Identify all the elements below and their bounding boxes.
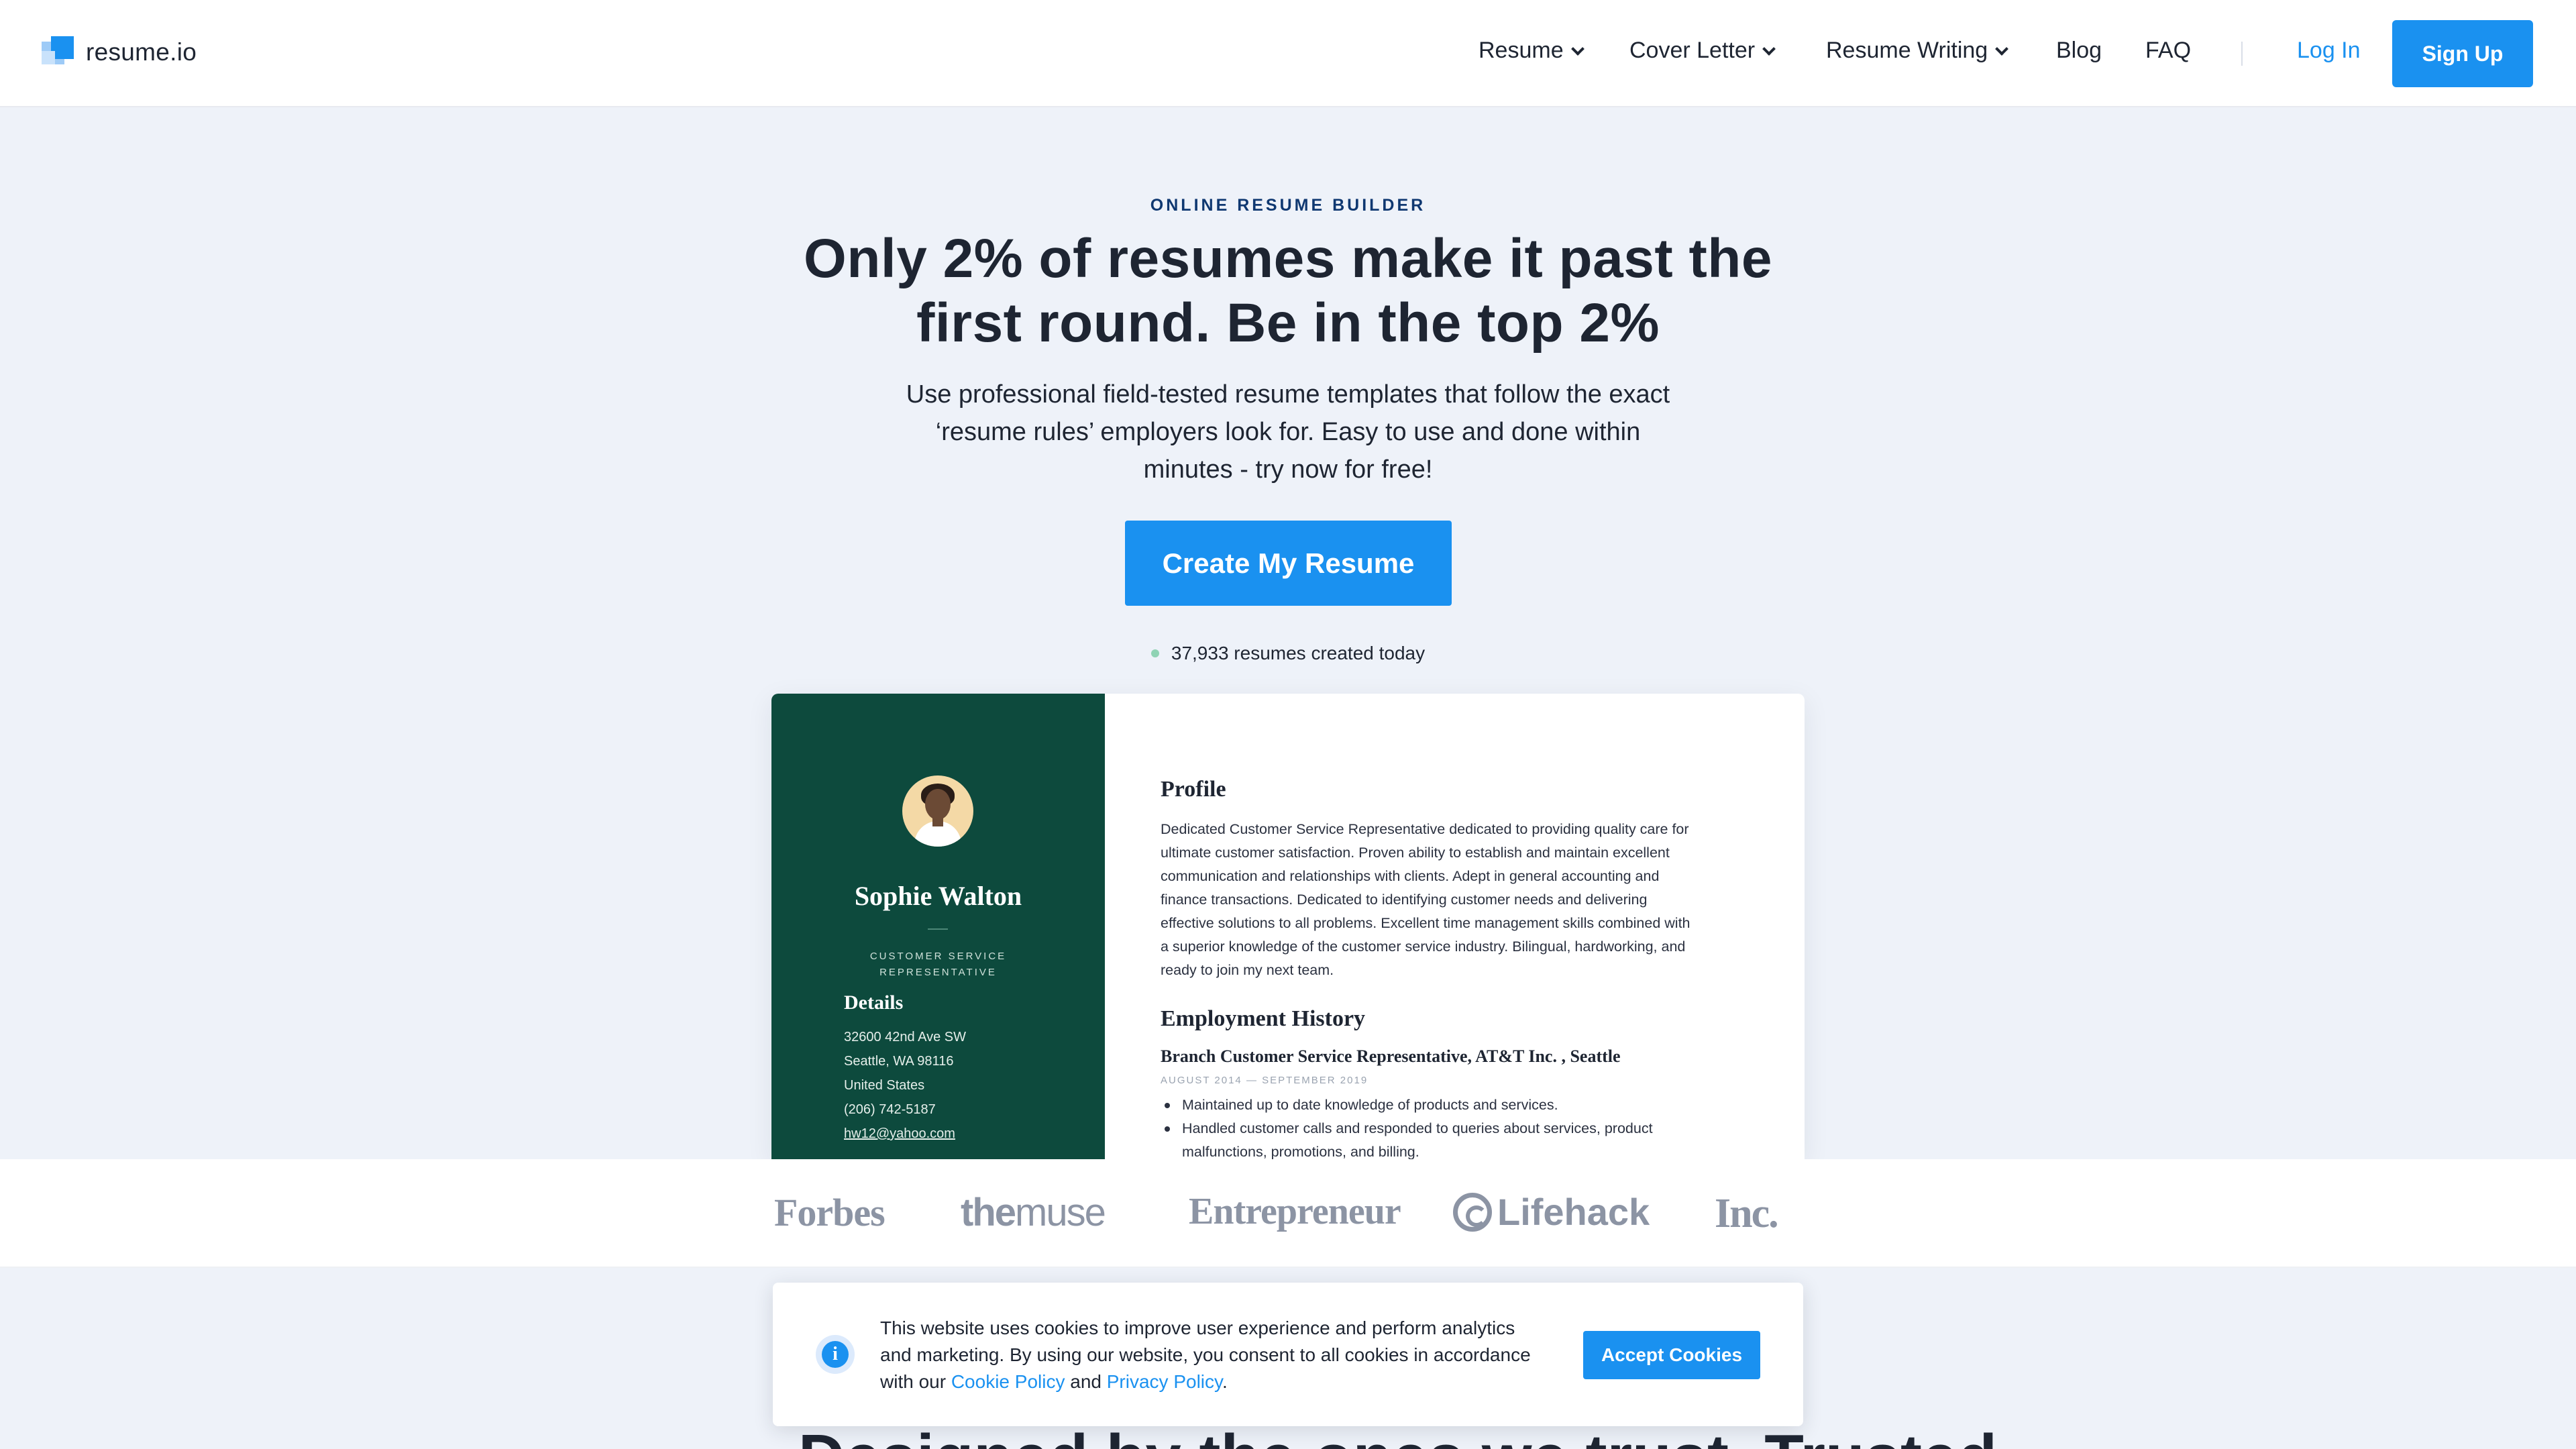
chevron-down-icon (1570, 42, 1585, 56)
lifehack-logo: Lifehack (1453, 1190, 1650, 1234)
hero-headline-line: Only 2% of resumes make it past the (804, 228, 1772, 289)
info-icon: i (816, 1335, 855, 1374)
entrepreneur-logo: Entrepreneur (1189, 1191, 1401, 1232)
logo-text: resume.io (86, 38, 197, 66)
nav-resume-writing[interactable]: Resume Writing (1826, 38, 2009, 64)
detail-address1: 32600 42nd Ave SW (844, 1030, 966, 1044)
nav-resume-label: Resume (1479, 38, 1564, 63)
profile-line: finance transactions. Dedicated to ident… (1161, 892, 1648, 908)
cookie-text-fragment: and (1065, 1371, 1107, 1392)
chevron-down-icon (1995, 42, 2009, 56)
nav-blog-label: Blog (2056, 38, 2102, 63)
cookie-text-fragment: with our (880, 1371, 951, 1392)
lifehack-icon (1453, 1192, 1492, 1232)
privacy-policy-link[interactable]: Privacy Policy (1107, 1371, 1222, 1392)
signup-button[interactable]: Sign Up (2392, 20, 2533, 87)
cookie-text-line: This website uses cookies to improve use… (880, 1318, 1515, 1338)
cookie-text: This website uses cookies to improve use… (880, 1315, 1551, 1395)
press-logos: Forbes themuse Entrepreneur Lifehack Inc… (0, 1159, 2576, 1268)
nav-cover-letter[interactable]: Cover Letter (1629, 38, 1776, 64)
accept-cookies-button[interactable]: Accept Cookies (1583, 1331, 1760, 1379)
job-bullets: Maintained up to date knowledge of produ… (1165, 1093, 1653, 1159)
resume-sidebar: Sophie Walton CUSTOMER SERVICE REPRESENT… (771, 694, 1105, 1159)
profile-line: Dedicated Customer Service Representativ… (1161, 821, 1689, 837)
profile-line: communication and relationships with cli… (1161, 868, 1660, 884)
nav-faq[interactable]: FAQ (2145, 38, 2191, 64)
hero-subtext-line: minutes - try now for free! (1143, 455, 1433, 484)
nav-resume-writing-label: Resume Writing (1826, 38, 1988, 63)
cookie-text-fragment: . (1222, 1371, 1228, 1392)
resume-job-title-line: CUSTOMER SERVICE (869, 951, 1007, 962)
hero-subtext-line: Use professional field-tested resume tem… (906, 380, 1670, 409)
nav-cover-letter-label: Cover Letter (1629, 38, 1756, 63)
nav-divider (2241, 42, 2243, 66)
live-dot-icon (1150, 649, 1159, 657)
list-item: malfunctions, promotions, and billing. (1182, 1144, 1419, 1159)
resume-job-title-line: REPRESENTATIVE (879, 967, 997, 978)
job-dates: AUGUST 2014 — SEPTEMBER 2019 (1161, 1075, 1368, 1086)
site-header: resume.io Resume Cover Letter Resume Wri… (0, 0, 2576, 107)
profile-heading: Profile (1161, 777, 1226, 802)
themuse-logo-part: muse (1015, 1191, 1106, 1234)
lifehack-logo-text: Lifehack (1497, 1191, 1650, 1233)
logo[interactable]: resume.io (42, 36, 197, 68)
forbes-logo: Forbes (774, 1191, 885, 1234)
profile-text: Dedicated Customer Service Representativ… (1161, 818, 1764, 982)
list-item: Handled customer calls and responded to … (1165, 1117, 1653, 1140)
details-list: 32600 42nd Ave SW Seattle, WA 98116 Unit… (844, 1025, 966, 1146)
job-title: Branch Customer Service Representative, … (1161, 1046, 1621, 1066)
list-item: Maintained up to date knowledge of produ… (1165, 1093, 1653, 1117)
themuse-logo-part: the (961, 1191, 1016, 1234)
details-heading: Details (844, 991, 904, 1014)
profile-line: ultimate customer satisfaction. Proven a… (1161, 845, 1670, 861)
avatar (902, 775, 973, 847)
hero-eyebrow: ONLINE RESUME BUILDER (1150, 196, 1426, 215)
login-link[interactable]: Log In (2297, 38, 2361, 64)
resume-name: Sophie Walton (854, 881, 1022, 911)
detail-phone: (206) 742-5187 (844, 1102, 936, 1117)
nav-resume[interactable]: Resume (1479, 38, 1585, 64)
cookie-text-line: with our Cookie Policy and Privacy Polic… (880, 1368, 1551, 1395)
themuse-logo: themuse (961, 1190, 1106, 1235)
inc-logo: Inc. (1715, 1191, 1779, 1236)
logo-icon (42, 36, 74, 68)
resume-counter-text: 37,933 resumes created today (1171, 643, 1426, 663)
divider (928, 928, 948, 930)
create-resume-button[interactable]: Create My Resume (1125, 521, 1452, 606)
hero-subtext: Use professional field-tested resume tem… (872, 376, 1704, 488)
cookie-policy-link[interactable]: Cookie Policy (951, 1371, 1065, 1392)
hero-headline: Only 2% of resumes make it past the firs… (751, 227, 1825, 356)
chevron-down-icon (1762, 42, 1776, 56)
hero-headline-line: first round. Be in the top 2% (916, 292, 1660, 354)
nav-blog[interactable]: Blog (2056, 38, 2102, 64)
cookie-text-line: and marketing. By using our website, you… (880, 1344, 1531, 1365)
detail-country: United States (844, 1078, 925, 1093)
cookie-banner: i This website uses cookies to improve u… (773, 1283, 1803, 1426)
profile-line: a superior knowledge of the customer ser… (1161, 938, 1686, 955)
resume-preview: Sophie Walton CUSTOMER SERVICE REPRESENT… (771, 694, 1805, 1159)
hero-subtext-line: ‘resume rules’ employers look for. Easy … (935, 418, 1641, 446)
detail-email: hw12@yahoo.com (844, 1126, 955, 1141)
profile-line: effective solutions to all problems. Exc… (1161, 915, 1690, 931)
resume-job-title: CUSTOMER SERVICE REPRESENTATIVE (839, 949, 1038, 981)
resume-counter: 37,933 resumes created today (0, 643, 2576, 664)
nav-faq-label: FAQ (2145, 38, 2192, 63)
profile-line: ready to join my next team. (1161, 962, 1334, 978)
employment-heading: Employment History (1161, 1006, 1366, 1031)
detail-address2: Seattle, WA 98116 (844, 1054, 954, 1069)
